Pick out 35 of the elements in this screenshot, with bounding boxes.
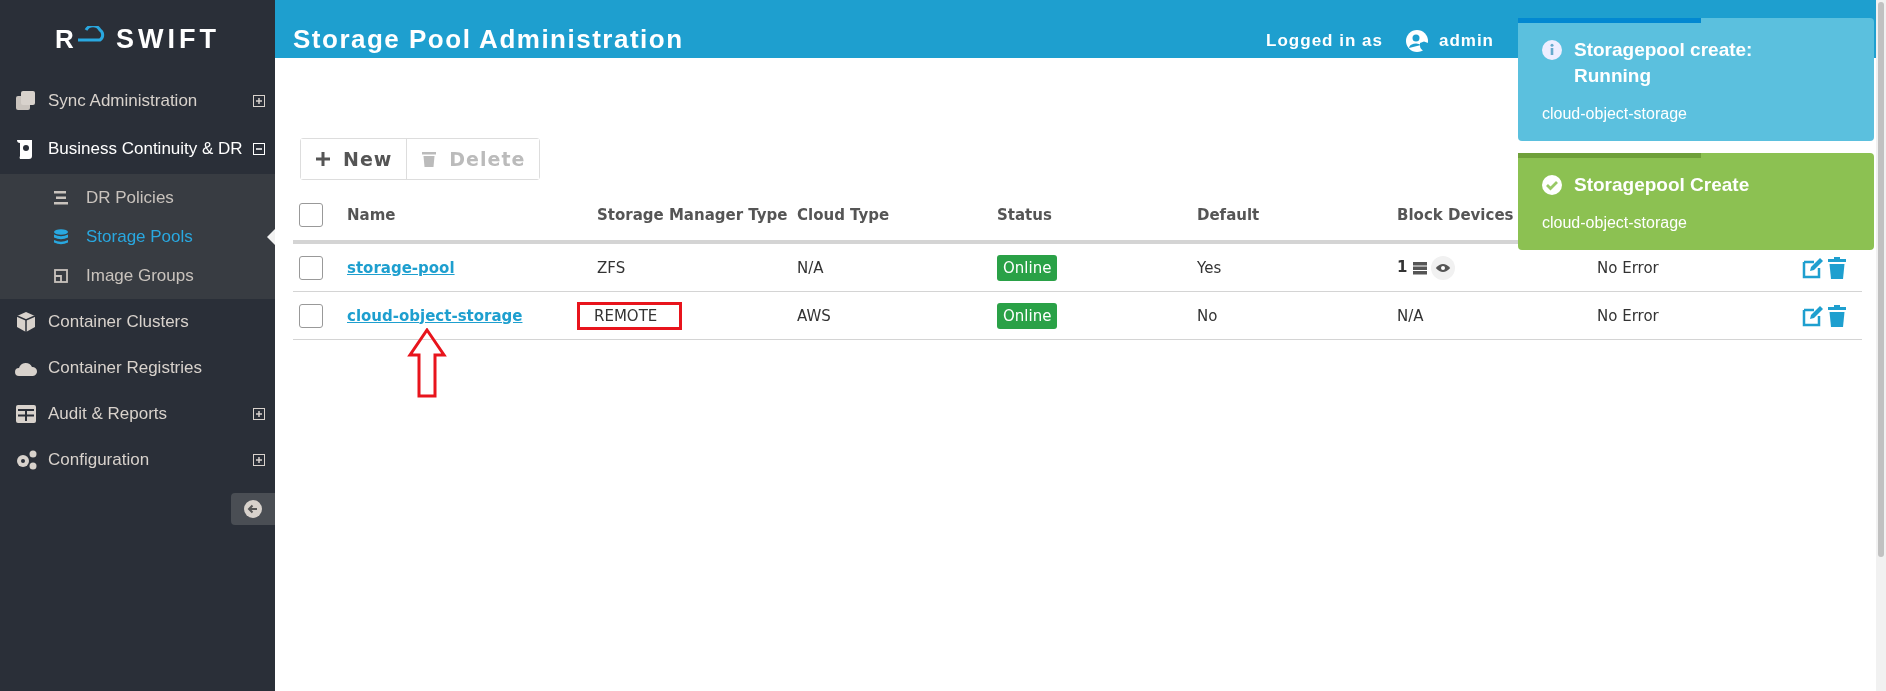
- logo-letter: R: [55, 23, 74, 55]
- table-cell: Yes: [1197, 258, 1222, 277]
- block-device-count: 1: [1397, 258, 1408, 276]
- table-cell: No Error: [1597, 258, 1659, 277]
- sidebar-item[interactable]: Configuration: [0, 437, 275, 483]
- toast-title: Storagepool Create: [1574, 173, 1751, 197]
- table-cell: REMOTE: [577, 301, 683, 330]
- page-title: Storage Pool Administration: [293, 24, 684, 55]
- column-header: Storage Manager Type: [597, 206, 788, 224]
- submenu-item[interactable]: DR Policies: [0, 178, 275, 217]
- table-cell: No: [1197, 306, 1218, 325]
- column-header: Status: [997, 206, 1052, 224]
- sidebar-item[interactable]: Audit & Reports: [0, 391, 275, 437]
- column-header: Name: [347, 206, 396, 224]
- sidebar-item[interactable]: Business Continuity & DR: [0, 124, 275, 174]
- table-cell: ZFS: [597, 258, 626, 277]
- table-cell: AWS: [797, 306, 831, 325]
- status-badge: Online: [997, 302, 1058, 329]
- toast-message: cloud-object-storage: [1542, 214, 1687, 231]
- toast-title: Storagepool create: Running: [1574, 38, 1754, 88]
- column-header: Block Devices: [1397, 206, 1514, 224]
- sidebar-item[interactable]: Container Clusters: [0, 299, 275, 345]
- table-cell: No Error: [1597, 306, 1659, 325]
- table-cell: N/A: [797, 258, 824, 277]
- sidebar-item[interactable]: Sync Administration: [0, 78, 275, 124]
- logo-text: SWIFT: [115, 23, 220, 55]
- column-header: Cloud Type: [797, 206, 890, 224]
- column-header: Default: [1197, 206, 1260, 224]
- toast-message: cloud-object-storage: [1542, 105, 1687, 122]
- submenu-item[interactable]: Image Groups: [0, 256, 275, 295]
- submenu-item[interactable]: Storage Pools: [0, 217, 275, 256]
- logged-in-label: Logged in as: [1266, 31, 1383, 51]
- sidebar-item[interactable]: Container Registries: [0, 345, 275, 391]
- status-badge: Online: [997, 254, 1058, 281]
- table-cell: N/A: [1397, 306, 1424, 325]
